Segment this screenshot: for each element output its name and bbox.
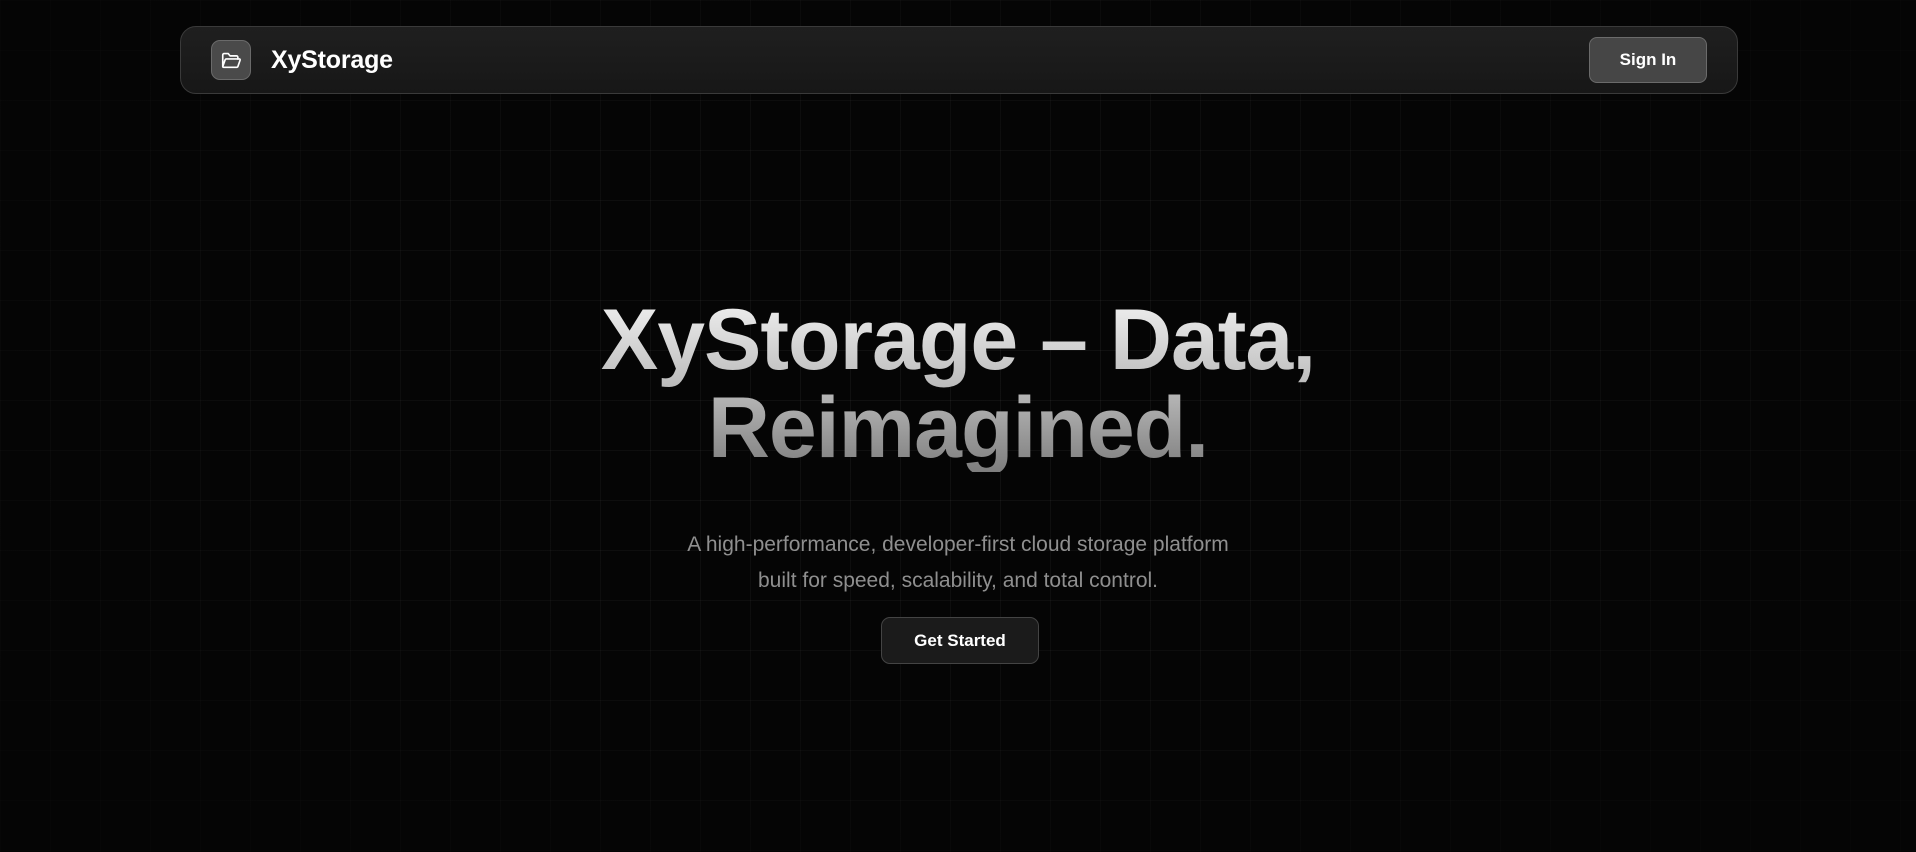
top-navbar: XyStorage Sign In	[180, 26, 1738, 94]
hero-subtitle-line-2: built for speed, scalability, and total …	[758, 569, 1158, 592]
hero-subtitle-line-1: A high-performance, developer-first clou…	[687, 533, 1229, 556]
hero-subtitle: A high-performance, developer-first clou…	[0, 527, 1916, 599]
hero-title-line-2: Reimagined.	[707, 380, 1209, 476]
folder-open-icon	[211, 40, 251, 80]
brand[interactable]: XyStorage	[211, 40, 393, 80]
sign-in-button[interactable]: Sign In	[1589, 37, 1707, 83]
hero-title: XyStorage – Data, Reimagined.	[0, 296, 1916, 472]
get-started-button[interactable]: Get Started	[881, 617, 1039, 664]
brand-name: XyStorage	[271, 45, 393, 74]
hero-title-line-1: XyStorage – Data,	[600, 292, 1316, 388]
